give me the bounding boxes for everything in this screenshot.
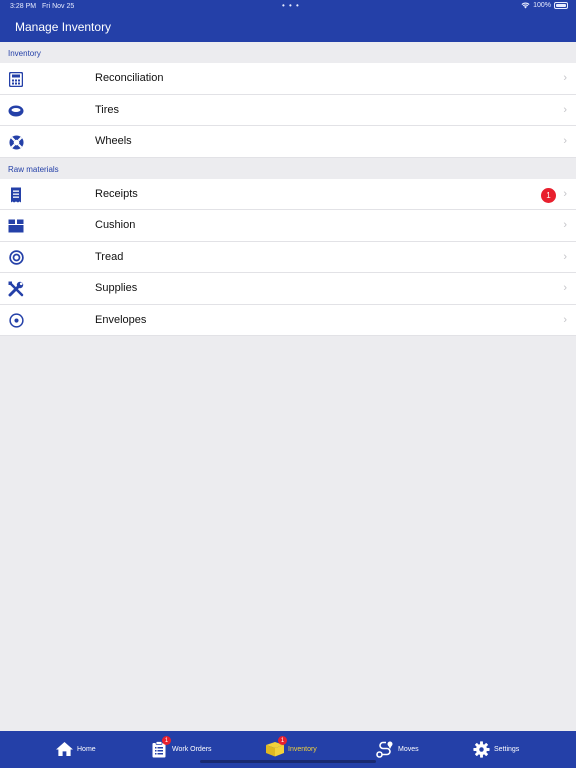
status-date: Fri Nov 25 <box>42 3 75 10</box>
list-item-cushion[interactable]: Cushion › <box>0 210 576 242</box>
notification-badge: 1 <box>541 187 556 203</box>
receipt-icon <box>8 187 24 203</box>
tab-label: Settings <box>494 745 520 753</box>
status-right: 100% <box>521 2 568 9</box>
list-item-tires[interactable]: Tires › <box>0 95 576 127</box>
list-item-reconciliation[interactable]: Reconciliation › <box>0 63 576 95</box>
calculator-icon <box>8 71 24 87</box>
tools-icon <box>8 281 24 297</box>
chevron-right-icon: › <box>563 282 567 294</box>
section-header-raw-materials: Raw materials <box>0 157 576 179</box>
battery-icon <box>554 2 568 9</box>
chevron-right-icon: › <box>563 313 567 326</box>
list-item-label: Tread <box>95 250 124 263</box>
chevron-right-icon: › <box>563 103 567 116</box>
clipboard-icon: 1 <box>149 736 171 759</box>
section-header-inventory: Inventory <box>0 42 576 63</box>
list-item-label: Wheels <box>95 135 132 147</box>
wheel-icon <box>8 134 24 150</box>
inventory-list: Reconciliation › Tires › Wheels › <box>0 63 576 158</box>
chevron-right-icon: › <box>563 187 567 200</box>
chevron-right-icon: › <box>563 72 567 84</box>
tab-moves[interactable]: Moves <box>375 737 419 761</box>
app-header: 3:28 PM Fri Nov 25 • • • 100% Manage Inv… <box>0 0 576 42</box>
target-icon <box>8 250 24 266</box>
list-item-label: Envelopes <box>95 313 147 326</box>
list-item-supplies[interactable]: Supplies › <box>0 273 576 305</box>
gear-icon <box>471 739 491 759</box>
tab-label: Inventory <box>288 745 317 753</box>
chevron-right-icon: › <box>563 135 567 147</box>
status-bar: 3:28 PM Fri Nov 25 • • • 100% <box>0 0 576 14</box>
chevron-right-icon: › <box>563 250 567 263</box>
notification-badge: 1 <box>162 736 171 745</box>
page-title: Manage Inventory <box>15 20 112 34</box>
notification-badge: 1 <box>278 736 287 745</box>
tab-work-orders[interactable]: 1 Work Orders <box>149 736 212 761</box>
list-item-label: Supplies <box>95 282 138 294</box>
list-item-label: Tires <box>95 103 120 116</box>
inventory-box-icon: 1 <box>265 736 287 759</box>
tab-home[interactable]: Home <box>54 737 96 761</box>
multitasking-dots[interactable]: • • • <box>282 1 300 10</box>
list-item-envelopes[interactable]: Envelopes › <box>0 305 576 337</box>
raw-materials-list: Receipts 1 › Cushion › Tread › Supplies … <box>0 178 576 337</box>
battery-percent: 100% <box>533 2 551 9</box>
tab-label: Work Orders <box>172 745 212 753</box>
list-item-receipts[interactable]: Receipts 1 › <box>0 179 576 211</box>
route-icon <box>375 739 395 759</box>
home-indicator[interactable] <box>200 760 376 763</box>
status-time: 3:28 PM <box>10 3 37 10</box>
dot-circle-icon <box>8 313 24 329</box>
chevron-right-icon: › <box>563 219 567 231</box>
tire-icon <box>8 103 24 119</box>
wifi-icon <box>521 2 530 9</box>
list-item-label: Reconciliation <box>95 72 164 84</box>
tab-inventory[interactable]: 1 Inventory <box>265 736 317 761</box>
tab-label: Moves <box>398 745 419 753</box>
list-item-tread[interactable]: Tread › <box>0 242 576 274</box>
home-icon <box>54 739 74 759</box>
tab-settings[interactable]: Settings <box>471 737 519 761</box>
box-icon <box>8 218 24 234</box>
tab-label: Home <box>77 745 96 753</box>
list-item-label: Receipts <box>95 187 138 200</box>
list-item-wheels[interactable]: Wheels › <box>0 126 576 158</box>
list-item-label: Cushion <box>95 219 136 231</box>
